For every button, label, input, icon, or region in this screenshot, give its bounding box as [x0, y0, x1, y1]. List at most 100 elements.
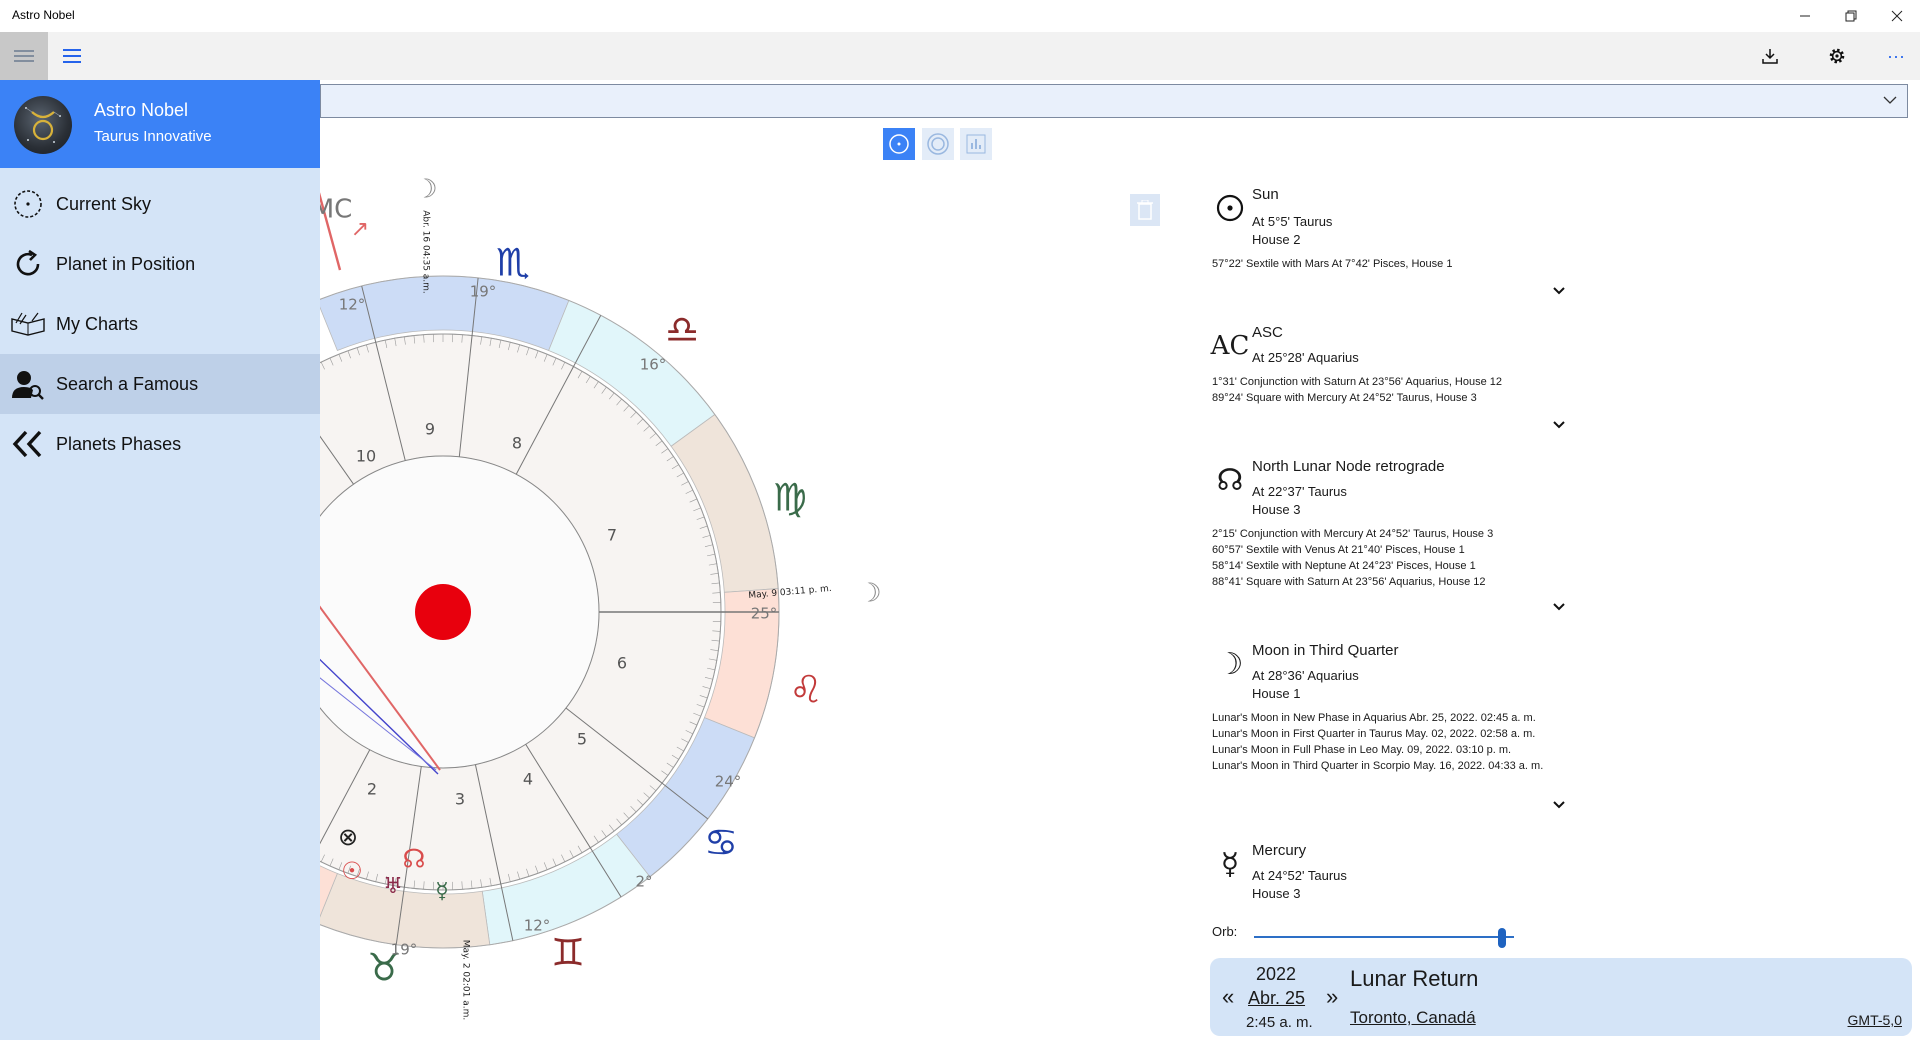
- book-icon: [0, 309, 56, 339]
- profile-header[interactable]: Astro Nobel Taurus Innovative: [0, 80, 320, 168]
- sidebar-item-label: My Charts: [56, 313, 139, 334]
- title-bar: Astro Nobel: [0, 0, 1920, 32]
- astrology-chart[interactable]: ♏ ♎ ♍ ♌ ♋ ♊ ♉ 10 9 8 7 6 5 4 3 2 12° 19° 16° 25° 24° 2° 12° 19°…: [320, 170, 970, 1040]
- chevron-down-icon: [1883, 96, 1897, 104]
- planet-name: North Lunar Node retrograde: [1252, 458, 1445, 475]
- toolbar: ···: [0, 32, 1920, 80]
- date-navigator: « 2022 Abr. 25 2:45 a. m. » Lunar Return…: [1210, 958, 1912, 1036]
- aspect-list: 1°31' Conjunction with Saturn At 23°56' …: [1212, 374, 1502, 406]
- aspect-line: 60°57' Sextile with Venus At 21°40' Pisc…: [1212, 544, 1465, 556]
- aspect-list: Lunar's Moon in New Phase in Aquarius Ab…: [1212, 710, 1543, 774]
- rings-icon: [927, 133, 949, 155]
- nav-toggle-button[interactable]: [0, 32, 48, 80]
- zodiac-sign-glyph: ♏: [496, 241, 530, 285]
- wheel-view-toggle[interactable]: [883, 128, 915, 160]
- house-number: 9: [425, 420, 435, 439]
- planet-position: At 22°37' Taurus: [1252, 484, 1347, 499]
- double-chevron-left-icon: [0, 430, 56, 458]
- orb-label: Orb:: [1212, 924, 1238, 939]
- profile-name: Astro Nobel: [94, 100, 189, 120]
- stats-view-toggle[interactable]: [960, 128, 992, 160]
- next-date-button[interactable]: »: [1326, 984, 1338, 1010]
- mercury-icon: ☿: [1220, 846, 1240, 882]
- planet-house: House 1: [1252, 686, 1301, 701]
- chevron-down-icon[interactable]: [1552, 800, 1566, 810]
- zodiac-sign-glyph: ♋: [704, 821, 738, 865]
- restore-icon: [1845, 10, 1857, 22]
- chart-selector-dropdown[interactable]: [320, 84, 1908, 118]
- timezone-link[interactable]: GMT-5,0: [1848, 1012, 1902, 1028]
- mc-label: MC: [320, 195, 352, 225]
- orb-slider-track: [1254, 936, 1514, 938]
- sidebar-item-planets-phases[interactable]: Planets Phases: [0, 414, 320, 474]
- taurus-avatar-icon: [25, 107, 61, 143]
- sun-icon: [1212, 190, 1248, 226]
- aspect-list: 2°15' Conjunction with Mercury At 24°52'…: [1212, 526, 1493, 590]
- delete-button[interactable]: [1130, 194, 1160, 226]
- chevron-down-icon[interactable]: [1552, 602, 1566, 612]
- rings-view-toggle[interactable]: [922, 128, 954, 160]
- planet-position: At 28°36' Aquarius: [1252, 668, 1359, 683]
- planet-position: At 25°28' Aquarius: [1252, 350, 1359, 365]
- trash-icon: [1137, 200, 1153, 220]
- menu-button[interactable]: [48, 32, 96, 80]
- degree-label: 25°: [751, 605, 778, 623]
- chevron-down-icon[interactable]: [1552, 286, 1566, 296]
- aspect-line: 88°41' Square with Saturn At 23°56' Aqua…: [1212, 576, 1486, 588]
- close-button[interactable]: [1874, 0, 1920, 32]
- aspect-line: 89°24' Square with Mercury At 24°52' Tau…: [1212, 392, 1477, 404]
- time-label: 2:45 a. m.: [1246, 1014, 1313, 1031]
- moon-marker-icon: ☽: [414, 175, 437, 205]
- mercury-glyph-icon: ☿: [435, 879, 449, 904]
- zodiac-sign-glyph: ♎: [665, 308, 699, 352]
- bar-chart-icon: [966, 134, 986, 154]
- gear-icon: [1829, 48, 1845, 64]
- planet-name: ASC: [1252, 324, 1283, 341]
- sidebar-item-label: Planet in Position: [56, 253, 196, 274]
- sidebar-item-search-a-famous[interactable]: Search a Famous: [0, 354, 320, 414]
- house-number: 4: [523, 770, 533, 789]
- location-link[interactable]: Toronto, Canadá: [1350, 1008, 1476, 1028]
- degree-label: 12°: [524, 917, 551, 935]
- date-link[interactable]: Abr. 25: [1248, 988, 1305, 1009]
- house-number: 8: [512, 434, 522, 453]
- minimize-icon: [1800, 15, 1810, 17]
- close-icon: [1891, 10, 1903, 22]
- house-number: 10: [356, 447, 376, 466]
- time-note: May. 2 02:01 a.m.: [461, 940, 471, 1020]
- previous-date-button[interactable]: «: [1222, 984, 1234, 1010]
- aspect-list: 57°22' Sextile with Mars At 7°42' Pisces…: [1212, 256, 1452, 272]
- ascendant-icon: AC: [1210, 331, 1250, 361]
- degree-label: 24°: [715, 773, 742, 791]
- more-button[interactable]: ···: [1872, 32, 1920, 80]
- planet-name: Sun: [1252, 186, 1279, 203]
- settings-button[interactable]: [1813, 32, 1861, 80]
- orb-slider[interactable]: [1254, 928, 1514, 948]
- download-button[interactable]: [1746, 32, 1794, 80]
- current-sky-icon: [0, 188, 56, 220]
- planet-position: At 5°5' Taurus: [1252, 214, 1333, 229]
- north-node-glyph-icon: ☊: [402, 845, 425, 875]
- restore-button[interactable]: [1828, 0, 1874, 32]
- aspect-line: 2°15' Conjunction with Mercury At 24°52'…: [1212, 528, 1494, 540]
- avatar: [14, 96, 72, 154]
- orb-slider-thumb[interactable]: [1498, 928, 1506, 948]
- sidebar-item-planet-in-position[interactable]: Planet in Position: [0, 234, 320, 294]
- sidebar-item-current-sky[interactable]: Current Sky: [0, 174, 320, 234]
- zodiac-sign-glyph: ♍: [773, 476, 807, 520]
- list-menu-icon: [63, 49, 81, 63]
- planet-house: House 3: [1252, 502, 1301, 517]
- refresh-icon: [0, 248, 56, 280]
- north-node-icon: ☊: [1216, 462, 1244, 498]
- zodiac-sign-glyph: ♌: [789, 668, 823, 712]
- chevron-down-icon[interactable]: [1552, 420, 1566, 430]
- planet-house: House 3: [1252, 886, 1301, 901]
- degree-label: 12°: [339, 296, 366, 314]
- moon-marker-icon: ☽: [858, 579, 881, 609]
- sidebar-item-my-charts[interactable]: My Charts: [0, 294, 320, 354]
- arrow-marker-icon: ↗: [351, 217, 369, 242]
- minimize-button[interactable]: [1782, 0, 1828, 32]
- sidebar-item-label: Current Sky: [56, 193, 152, 214]
- aspect-line: Lunar's Moon in Third Quarter in Scorpio…: [1212, 760, 1544, 772]
- aspect-line: 1°31' Conjunction with Saturn At 23°56' …: [1212, 376, 1503, 388]
